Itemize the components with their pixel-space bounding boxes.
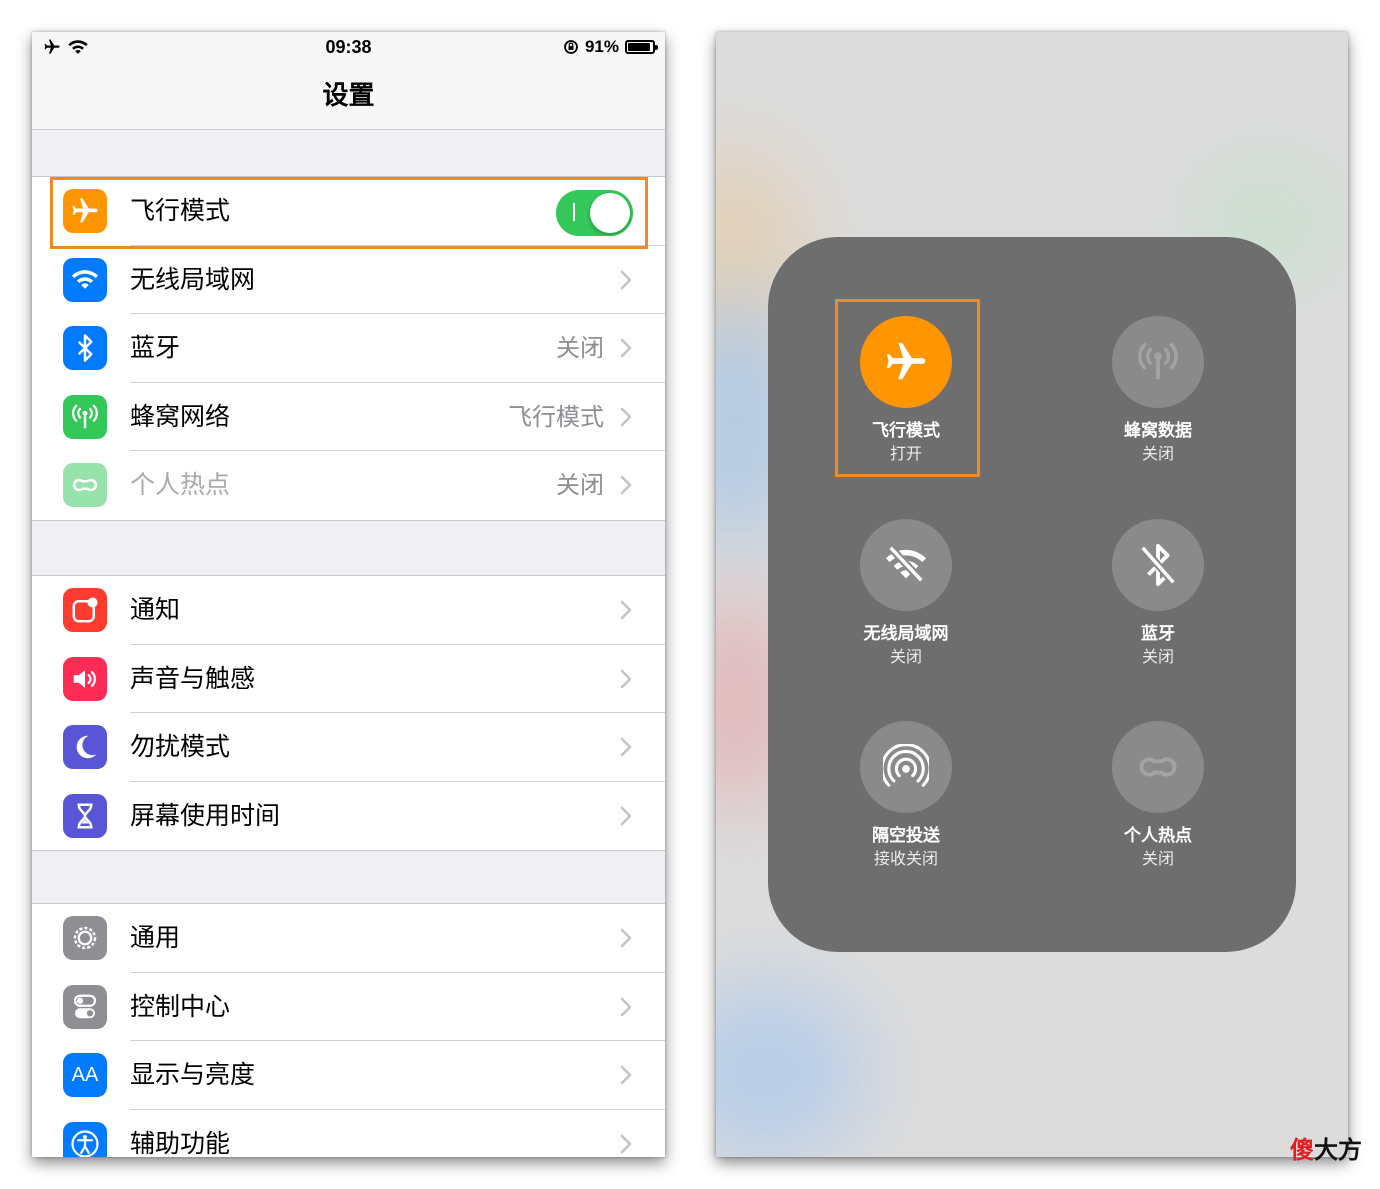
airplane-icon[interactable]	[860, 316, 952, 408]
moon-icon	[63, 725, 107, 770]
settings-screen: 09:38 91% 设置 飞行模式 无线局域网 蓝牙 关闭 蜂窝网络 飞行模式 个人热点 关闭…	[32, 32, 665, 1157]
switches-icon	[63, 984, 107, 1029]
cc-title: 隔空投送	[872, 826, 940, 846]
orientation-lock-icon	[564, 40, 578, 54]
settings-row-display[interactable]: AA 显示与亮度	[32, 1041, 665, 1110]
settings-row-label: 个人热点	[130, 470, 231, 500]
wifi-off-icon[interactable]	[860, 519, 952, 611]
chevron-right-icon	[620, 806, 632, 826]
bluetooth-off-icon[interactable]	[1112, 519, 1204, 611]
chevron-right-icon	[620, 669, 632, 688]
gear-icon	[63, 916, 107, 960]
cc-status: 关闭	[1141, 444, 1174, 463]
settings-row-label: 声音与触感	[130, 663, 256, 693]
settings-row-label: 辅助功能	[130, 1128, 231, 1157]
settings-row-label: 屏幕使用时间	[130, 800, 281, 830]
toggle-on-mark	[573, 203, 575, 221]
chevron-right-icon	[620, 270, 632, 289]
antenna-icon[interactable]	[1112, 316, 1204, 408]
settings-row-bluetooth[interactable]: 蓝牙 关闭	[32, 314, 665, 383]
hotspot-icon	[63, 463, 107, 508]
chevron-right-icon	[620, 997, 632, 1016]
chevron-right-icon	[620, 1134, 632, 1154]
settings-row-airplane[interactable]: 飞行模式	[32, 177, 665, 246]
settings-row-label: 显示与亮度	[130, 1060, 256, 1090]
cc-status: 接收关闭	[873, 849, 938, 868]
battery-icon	[625, 40, 658, 54]
settings-row-value: 飞行模式	[508, 402, 604, 431]
settings-row-notifications[interactable]: 通知	[32, 576, 665, 645]
settings-row-value: 关闭	[556, 334, 604, 363]
settings-row-general[interactable]: 通用	[32, 904, 665, 973]
status-right: 91%	[563, 37, 658, 57]
settings-row-label: 通知	[130, 595, 181, 624]
cc-title: 无线局域网	[863, 624, 949, 644]
airplane-mode-toggle[interactable]	[556, 190, 633, 236]
page-title: 设置	[32, 62, 665, 130]
cc-toggle-wifi[interactable]: 无线局域网 关闭	[806, 519, 1006, 668]
settings-row-label: 无线局域网	[130, 264, 256, 294]
control-center-screen: 飞行模式 打开 蜂窝数据 关闭 无线局域网 关闭 蓝牙 关闭 隔空投送 接收关闭 个人热点 关闭	[716, 32, 1348, 1157]
connectivity-panel: 飞行模式 打开 蜂窝数据 关闭 无线局域网 关闭 蓝牙 关闭 隔空投送 接收关闭 个人热点 关闭	[768, 237, 1296, 952]
settings-group-system: 通用控制中心 AA 显示与亮度辅助功能	[32, 903, 665, 1157]
airdrop-icon[interactable]	[860, 721, 952, 813]
settings-row-value: 关闭	[556, 471, 604, 500]
chevron-right-icon	[620, 338, 632, 358]
airplane-icon	[63, 189, 107, 233]
status-bar: 09:38 91%	[32, 32, 665, 62]
settings-row-wifi[interactable]: 无线局域网	[32, 246, 665, 315]
chevron-right-icon	[620, 928, 632, 948]
cc-toggle-airdrop[interactable]: 隔空投送 接收关闭	[806, 721, 1006, 870]
settings-row-label: 勿扰模式	[130, 732, 231, 762]
cc-status: 关闭	[1141, 849, 1174, 868]
cc-status: 关闭	[889, 647, 922, 666]
bluetooth-icon	[63, 326, 107, 371]
settings-row-label: 控制中心	[130, 991, 231, 1021]
toggle-knob	[590, 193, 630, 233]
settings-row-cellular[interactable]: 蜂窝网络 飞行模式	[32, 383, 665, 452]
settings-row-label: 蓝牙	[130, 333, 181, 363]
cc-toggle-cellular[interactable]: 蜂窝数据 关闭	[1058, 316, 1258, 465]
settings-row-hotspot[interactable]: 个人热点 关闭	[32, 451, 665, 520]
cc-title: 飞行模式	[872, 421, 940, 441]
settings-row-accessibility[interactable]: 辅助功能	[32, 1110, 665, 1157]
chevron-right-icon	[620, 407, 632, 427]
cc-status: 关闭	[1141, 647, 1174, 666]
chevron-right-icon	[620, 600, 632, 620]
aa-icon: AA	[63, 1053, 107, 1098]
settings-row-control-center[interactable]: 控制中心	[32, 973, 665, 1042]
watermark: 傻大方	[1290, 1136, 1362, 1164]
battery-percent: 91%	[584, 37, 619, 56]
antenna-icon	[63, 394, 107, 439]
wifi-icon	[63, 257, 107, 302]
hotspot-icon[interactable]	[1112, 721, 1204, 813]
settings-row-sounds[interactable]: 声音与触感	[32, 645, 665, 714]
bg-blur	[716, 982, 866, 1157]
cc-title: 蓝牙	[1141, 624, 1175, 644]
hourglass-icon	[63, 793, 107, 838]
settings-row-dnd[interactable]: 勿扰模式	[32, 713, 665, 782]
settings-group-connectivity: 飞行模式 无线局域网 蓝牙 关闭 蜂窝网络 飞行模式 个人热点 关闭	[32, 176, 665, 521]
cc-status: 打开	[889, 444, 922, 463]
chevron-right-icon	[620, 737, 632, 757]
settings-group-notifications: 通知声音与触感勿扰模式屏幕使用时间	[32, 575, 665, 852]
battery-fill	[628, 43, 650, 51]
settings-row-screentime[interactable]: 屏幕使用时间	[32, 782, 665, 851]
speaker-icon	[63, 656, 107, 701]
chevron-right-icon	[620, 1065, 632, 1085]
accessibility-icon	[63, 1121, 107, 1157]
cc-title: 个人热点	[1124, 826, 1192, 846]
settings-row-label: 通用	[130, 923, 181, 952]
chevron-right-icon	[620, 476, 632, 495]
cc-toggle-airplane[interactable]: 飞行模式 打开	[806, 316, 1006, 465]
settings-row-label: 飞行模式	[130, 196, 231, 225]
cc-toggle-bluetooth[interactable]: 蓝牙 关闭	[1058, 519, 1258, 668]
cc-toggle-hotspot[interactable]: 个人热点 关闭	[1058, 721, 1258, 870]
notification-icon	[63, 588, 107, 632]
settings-row-label: 蜂窝网络	[130, 401, 231, 431]
cc-title: 蜂窝数据	[1124, 421, 1192, 441]
